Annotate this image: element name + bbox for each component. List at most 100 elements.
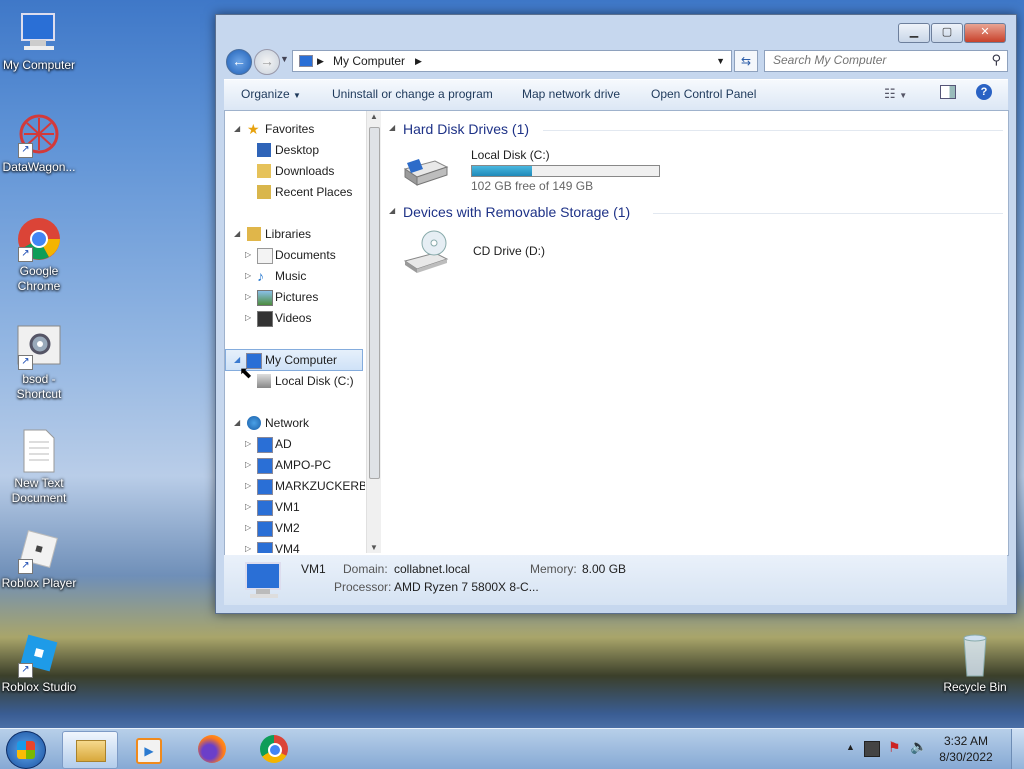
open-control-panel-button[interactable]: Open Control Panel xyxy=(651,87,756,101)
nav-network-item[interactable]: ▷ VM4 xyxy=(225,539,365,553)
search-box[interactable]: ⚲ xyxy=(764,50,1008,72)
scroll-down-arrow-icon[interactable]: ▼ xyxy=(370,543,378,552)
expand-arrow-icon[interactable]: ▷ xyxy=(245,266,251,286)
desktop-icon-bsod[interactable]: ↗ bsod - Shortcut xyxy=(1,324,77,402)
nav-pictures[interactable]: ▷ Pictures xyxy=(225,287,365,307)
desktop-icon-roblox-player[interactable]: ↗ Roblox Player xyxy=(1,528,77,591)
music-icon: ♪ xyxy=(257,268,264,284)
network-status-icon[interactable] xyxy=(864,741,880,757)
drive-name: Local Disk (C:) xyxy=(471,148,550,162)
address-bar[interactable]: ▶ My Computer ▶ ▼ xyxy=(292,50,732,72)
nav-libraries[interactable]: ◢ Libraries xyxy=(225,224,365,244)
desktop-icon-recycle-bin[interactable]: Recycle Bin xyxy=(937,632,1013,695)
nav-network-item[interactable]: ▷ VM1 xyxy=(225,497,365,517)
roblox-player-icon: ↗ xyxy=(16,528,62,574)
desktop-icon-roblox-studio[interactable]: ↗ Roblox Studio xyxy=(1,632,77,695)
expand-arrow-icon[interactable]: ▷ xyxy=(245,245,251,265)
nav-network[interactable]: ◢ Network xyxy=(225,413,365,433)
forward-button[interactable]: → xyxy=(254,49,280,75)
nav-network-item[interactable]: ▷ VM2 xyxy=(225,518,365,538)
collapse-arrow-icon[interactable]: ◢ xyxy=(234,224,240,244)
expand-arrow-icon[interactable]: ▷ xyxy=(245,308,251,328)
nav-network-item[interactable]: ▷ MARKZUCKERBE xyxy=(225,476,365,496)
star-icon: ★ xyxy=(247,121,260,137)
taskbar-chrome[interactable] xyxy=(248,731,302,767)
address-dropdown-icon[interactable]: ▼ xyxy=(716,51,725,71)
chevron-right-icon[interactable]: ▶ xyxy=(317,51,324,71)
help-icon[interactable]: ? xyxy=(976,84,992,100)
nav-network-item[interactable]: ▷ AMPO-PC xyxy=(225,455,365,475)
group-header-hard-disk-drives[interactable]: ◢ Hard Disk Drives (1) xyxy=(389,121,1003,137)
nav-network-item[interactable]: ▷ AD xyxy=(225,434,365,454)
address-text[interactable]: My Computer xyxy=(333,51,405,71)
nav-documents[interactable]: ▷ Documents xyxy=(225,245,365,265)
show-desktop-button[interactable] xyxy=(1011,729,1024,769)
computer-icon xyxy=(299,55,313,67)
nav-recent-places[interactable]: Recent Places xyxy=(225,182,365,202)
show-hidden-icons-icon[interactable]: ▲ xyxy=(846,742,855,752)
taskbar-media-player[interactable]: ▶ xyxy=(120,731,174,767)
processor-value: AMD Ryzen 7 5800X 8-C... xyxy=(394,580,539,594)
nav-scrollbar[interactable]: ▲ ▼ xyxy=(366,111,381,553)
drive-cd-d[interactable]: CD Drive (D:) xyxy=(401,229,601,279)
collapse-arrow-icon[interactable]: ◢ xyxy=(389,206,395,215)
desktop-icon-chrome[interactable]: ↗ Google Chrome xyxy=(1,216,77,294)
collapse-arrow-icon[interactable]: ◢ xyxy=(234,119,240,139)
close-button[interactable]: ✕ xyxy=(964,23,1006,43)
desktop-icon-label: My Computer xyxy=(2,58,76,72)
scrollbar-thumb[interactable] xyxy=(369,127,380,479)
expand-arrow-icon[interactable]: ▷ xyxy=(245,497,251,517)
nav-videos[interactable]: ▷ Videos xyxy=(225,308,365,328)
preview-pane-icon[interactable] xyxy=(940,85,956,99)
start-button[interactable] xyxy=(6,731,46,769)
minimize-button[interactable]: ▁ xyxy=(898,23,930,43)
expand-arrow-icon[interactable]: ▷ xyxy=(245,476,251,496)
search-input[interactable] xyxy=(765,51,983,69)
computer-name: VM1 xyxy=(301,562,326,576)
uninstall-program-button[interactable]: Uninstall or change a program xyxy=(332,87,493,101)
memory-label: Memory: xyxy=(530,562,577,576)
expand-arrow-icon[interactable]: ▷ xyxy=(245,455,251,475)
disk-usage-bar xyxy=(471,165,660,177)
processor-label: Processor: xyxy=(334,580,392,594)
map-network-drive-button[interactable]: Map network drive xyxy=(522,87,620,101)
back-button[interactable]: ← xyxy=(226,49,252,75)
explorer-window[interactable]: ▁ ▢ ✕ ← → ▼ ▶ My Computer ▶ ▼ ⇆ ⚲ Organi… xyxy=(215,14,1017,614)
collapse-arrow-icon[interactable]: ◢ xyxy=(234,413,240,433)
drive-local-disk-c[interactable]: Local Disk (C:) 102 GB free of 149 GB xyxy=(401,145,701,195)
recent-pages-chevron-icon[interactable]: ▼ xyxy=(280,54,289,64)
nav-desktop[interactable]: Desktop xyxy=(225,140,365,160)
taskbar-firefox[interactable] xyxy=(186,731,240,767)
group-header-removable-storage[interactable]: ◢ Devices with Removable Storage (1) xyxy=(389,204,1003,220)
desktop-icon-text-document[interactable]: New Text Document xyxy=(1,428,77,506)
navigation-pane[interactable]: ◢ ★ Favorites Desktop Downloads Recent P… xyxy=(225,111,365,553)
desktop-icon-my-computer[interactable]: My Computer xyxy=(1,10,77,73)
action-center-flag-icon[interactable]: ⚑ xyxy=(888,739,901,756)
network-computer-icon xyxy=(257,479,273,495)
desktop-icon-datawagon[interactable]: ↗ DataWagon... xyxy=(1,112,77,175)
collapse-arrow-icon[interactable]: ◢ xyxy=(389,123,395,132)
desktop-icon-label: Recycle Bin xyxy=(943,680,1007,694)
organize-button[interactable]: Organize ▼ xyxy=(241,87,301,101)
expand-arrow-icon[interactable]: ▷ xyxy=(245,434,251,454)
expand-arrow-icon[interactable]: ▷ xyxy=(245,518,251,538)
shortcut-arrow-icon: ↗ xyxy=(18,247,33,262)
nav-favorites[interactable]: ◢ ★ Favorites xyxy=(225,119,365,139)
volume-icon[interactable]: 🔈 xyxy=(910,738,927,755)
nav-downloads[interactable]: Downloads xyxy=(225,161,365,181)
expand-arrow-icon[interactable]: ▷ xyxy=(245,287,251,307)
expand-arrow-icon[interactable]: ▷ xyxy=(245,539,251,553)
search-icon[interactable]: ⚲ xyxy=(991,52,1001,68)
text-file-icon xyxy=(16,428,62,474)
scroll-up-arrow-icon[interactable]: ▲ xyxy=(370,112,378,121)
nav-music[interactable]: ▷ ♪ Music xyxy=(225,266,365,286)
maximize-button[interactable]: ▢ xyxy=(931,23,963,43)
chevron-right-icon[interactable]: ▶ xyxy=(415,51,422,71)
taskbar-file-explorer[interactable] xyxy=(62,731,118,769)
refresh-button[interactable]: ⇆ xyxy=(734,50,758,72)
mouse-cursor-icon: ⬉ xyxy=(239,365,253,382)
change-view-icon[interactable]: ☷ ▼ xyxy=(884,86,907,102)
content-pane[interactable]: ◢ Hard Disk Drives (1) Local Disk (C:) 1… xyxy=(383,111,1008,555)
address-row: ← → ▼ ▶ My Computer ▶ ▼ ⇆ ⚲ xyxy=(224,49,1008,75)
clock[interactable]: 3:32 AM 8/30/2022 xyxy=(936,733,996,765)
